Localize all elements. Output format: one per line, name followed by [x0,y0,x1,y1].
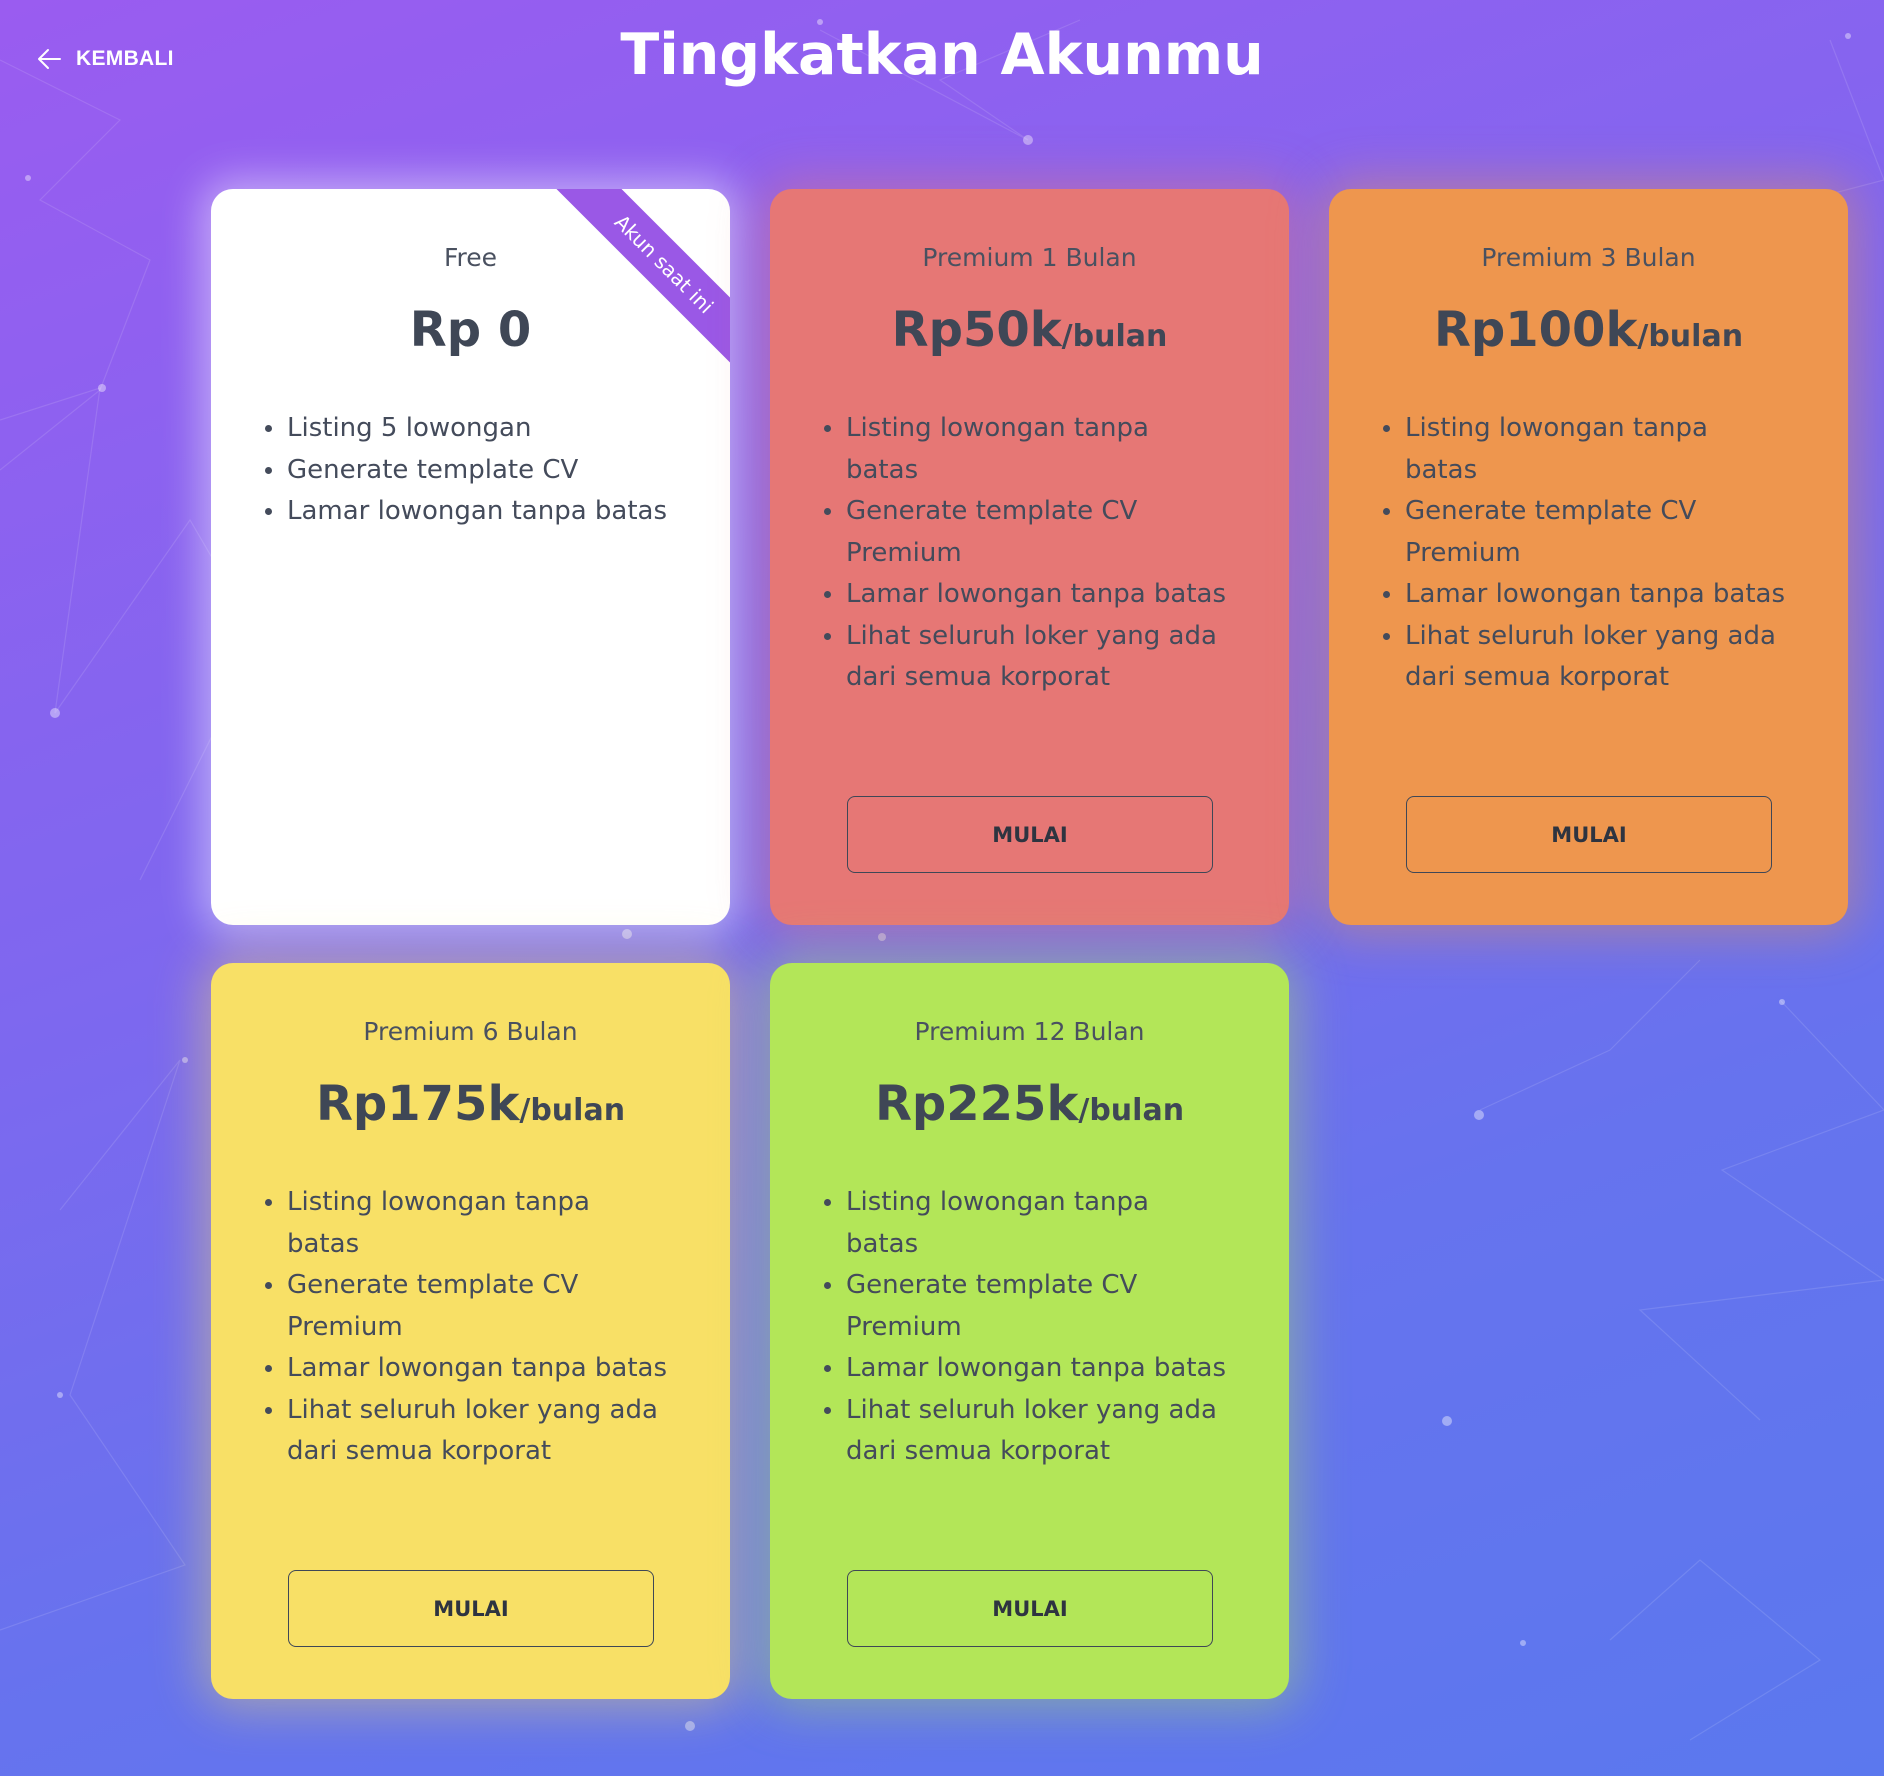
feature-item: Generate template CV Premium [1383,491,1788,574]
page-title: Tingkatkan Akunmu [620,22,1264,88]
plan-price: Rp100k/bulan [1329,302,1848,358]
plan-name: Premium 6 Bulan [363,1017,578,1046]
price-period: /bulan [1637,319,1744,354]
feature-list: Listing lowongan tanpa batas Generate te… [1383,408,1788,699]
feature-item: Listing lowongan tanpa batas [824,1182,1229,1265]
feature-item: Listing lowongan tanpa batas [265,1182,670,1265]
price-amount: Rp50k [891,302,1062,358]
feature-item: Generate template CV [265,450,670,492]
price-period: /bulan [519,1093,626,1128]
plan-card-premium-3-bulan: Premium 3 Bulan Rp100k/bulan Listing low… [1329,189,1848,925]
feature-item: Listing lowongan tanpa batas [1383,408,1788,491]
plan-card-free: Akun saat ini Free Rp 0 Listing 5 lowong… [211,189,730,925]
feature-item: Listing 5 lowongan [265,408,670,450]
feature-list: Listing lowongan tanpa batas Generate te… [824,1182,1229,1473]
feature-item: Lamar lowongan tanpa batas [824,574,1229,616]
mulai-button[interactable]: MULAI [847,1570,1213,1647]
feature-list: Listing 5 lowongan Generate template CV … [265,408,670,533]
plan-price: Rp175k/bulan [211,1076,730,1132]
plan-card-premium-12-bulan: Premium 12 Bulan Rp225k/bulan Listing lo… [770,963,1289,1699]
feature-item: Generate template CV Premium [824,1265,1229,1348]
mulai-button[interactable]: MULAI [1406,796,1772,873]
price-period: /bulan [1078,1093,1185,1128]
feature-list: Listing lowongan tanpa batas Generate te… [265,1182,670,1473]
plan-name: Premium 12 Bulan [914,1017,1145,1046]
current-plan-ribbon: Akun saat ini [530,189,730,389]
mulai-button[interactable]: MULAI [288,1570,654,1647]
feature-item: Lihat seluruh loker yang ada dari semua … [824,1390,1229,1473]
price-amount: Rp225k [874,1076,1079,1132]
mulai-button[interactable]: MULAI [847,796,1213,873]
feature-item: Listing lowongan tanpa batas [824,408,1229,491]
feature-item: Lihat seluruh loker yang ada dari semua … [1383,616,1788,699]
plan-card-premium-1-bulan: Premium 1 Bulan Rp50k/bulan Listing lowo… [770,189,1289,925]
plan-name: Premium 1 Bulan [922,243,1137,272]
feature-item: Lamar lowongan tanpa batas [1383,574,1788,616]
plan-price: Rp225k/bulan [770,1076,1289,1132]
plan-name: Premium 3 Bulan [1481,243,1696,272]
plan-price: Rp50k/bulan [770,302,1289,358]
feature-item: Lihat seluruh loker yang ada dari semua … [824,616,1229,699]
feature-item: Lamar lowongan tanpa batas [265,1348,670,1390]
feature-item: Lamar lowongan tanpa batas [824,1348,1229,1390]
price-period: /bulan [1061,319,1168,354]
plan-card-premium-6-bulan: Premium 6 Bulan Rp175k/bulan Listing low… [211,963,730,1699]
feature-item: Lamar lowongan tanpa batas [265,491,670,533]
feature-list: Listing lowongan tanpa batas Generate te… [824,408,1229,699]
price-amount: Rp100k [1433,302,1638,358]
feature-item: Generate template CV Premium [265,1265,670,1348]
price-amount: Rp175k [315,1076,520,1132]
feature-item: Generate template CV Premium [824,491,1229,574]
ribbon-label: Akun saat ini [555,189,730,373]
price-amount: Rp 0 [409,302,532,358]
feature-item: Lihat seluruh loker yang ada dari semua … [265,1390,670,1473]
